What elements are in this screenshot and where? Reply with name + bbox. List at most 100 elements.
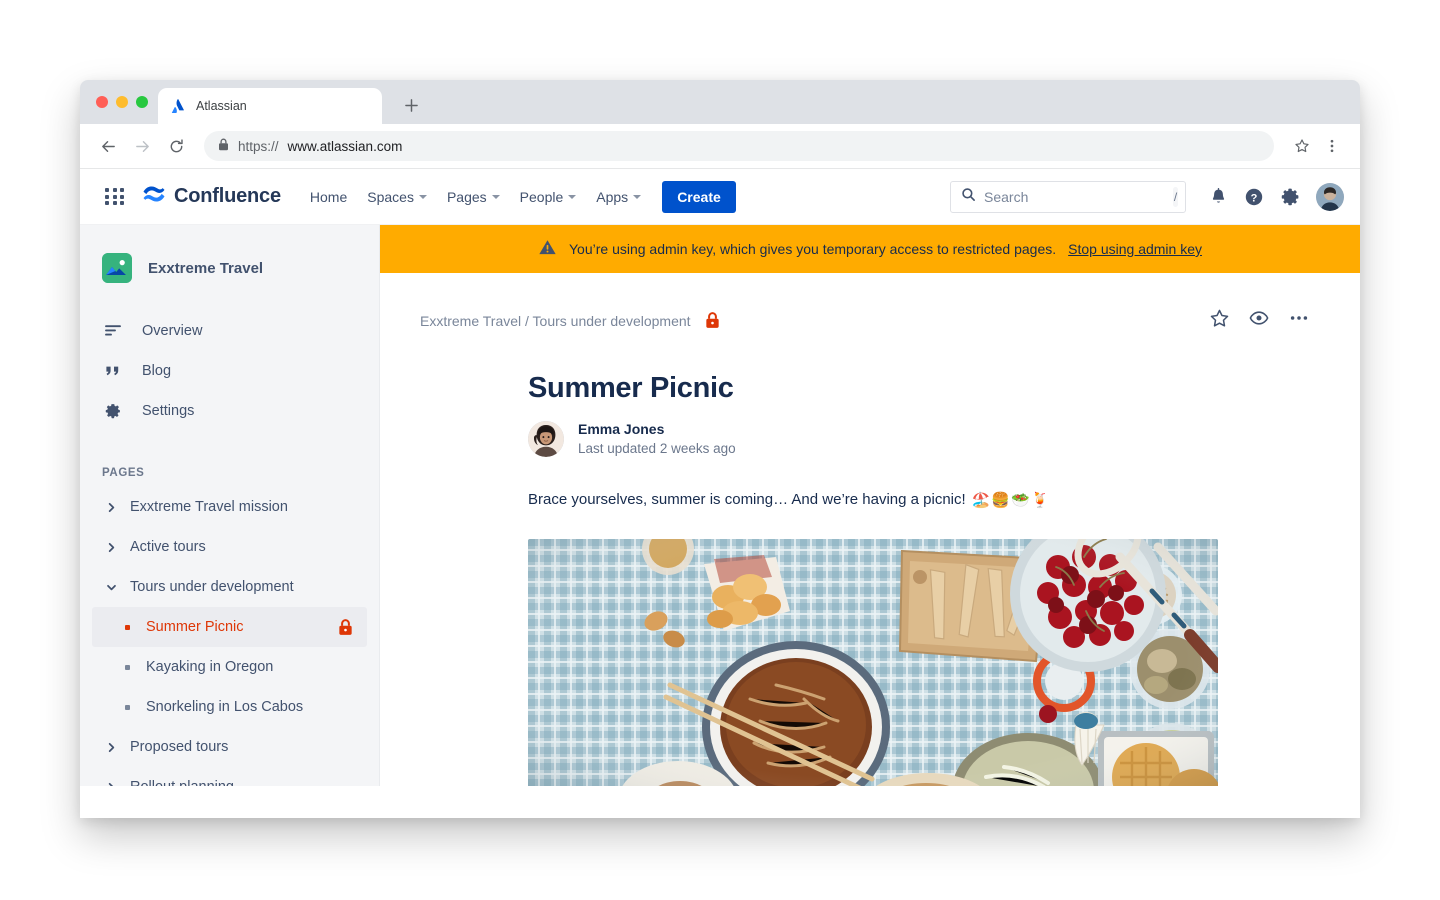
nav-item-label: Home [309, 188, 348, 205]
browser-tab[interactable]: Atlassian [158, 88, 382, 124]
confluence-top-nav: Confluence Home Spaces Pages People Apps [80, 169, 1360, 225]
search-icon [961, 187, 976, 207]
new-tab-button[interactable] [396, 90, 426, 120]
banner-message: You’re using admin key, which gives you … [569, 241, 1057, 257]
browser-toolbar: https:// www.atlassian.com [80, 124, 1360, 169]
svg-text:?: ? [1251, 192, 1258, 204]
space-header[interactable]: Exxtreme Travel [80, 243, 379, 283]
bookmark-star-icon[interactable] [1288, 132, 1316, 160]
maximize-window-button[interactable] [136, 96, 148, 108]
nav-item-home[interactable]: Home [301, 182, 356, 212]
space-sidebar: Exxtreme Travel Overview Blog Settings P… [80, 225, 380, 786]
tree-item-label: Rollout planning [130, 779, 234, 786]
more-actions-icon[interactable] [1288, 307, 1310, 334]
tree-item-summer-picnic[interactable]: Summer Picnic [92, 607, 367, 647]
nav-item-label: Apps [596, 188, 629, 205]
app-switcher-grid-icon[interactable] [102, 184, 128, 210]
page-author[interactable]: Emma Jones [578, 419, 736, 439]
chevron-right-icon[interactable] [102, 542, 120, 553]
forward-button[interactable] [128, 132, 156, 160]
user-avatar[interactable] [1316, 182, 1344, 211]
overview-lines-icon [102, 322, 124, 340]
url-scheme: https:// [238, 138, 279, 154]
tree-item-label: Exxtreme Travel mission [130, 499, 288, 515]
settings-gear-icon[interactable] [1274, 181, 1306, 213]
sidebar-item-settings[interactable]: Settings [80, 391, 379, 431]
settings-gear-icon [102, 402, 124, 420]
search-input[interactable] [984, 188, 1165, 205]
sidebar-item-overview[interactable]: Overview [80, 311, 379, 351]
space-nav-list: Overview Blog Settings [80, 311, 379, 431]
restricted-lock-icon[interactable] [705, 312, 720, 329]
sidebar-item-label: Settings [142, 403, 195, 419]
watch-eye-icon[interactable] [1248, 307, 1270, 334]
chevron-down-icon [491, 194, 500, 199]
bullet-icon [118, 624, 136, 630]
page-body: Summer Picnic Emma Jones Last updated 2 … [420, 372, 1310, 786]
favorite-star-icon[interactable] [1209, 308, 1230, 334]
chevron-down-icon [568, 194, 577, 199]
author-avatar[interactable] [528, 420, 564, 457]
tree-item-exxtreme-travel-mission[interactable]: Exxtreme Travel mission [80, 487, 379, 527]
minimize-window-button[interactable] [116, 96, 128, 108]
nav-item-label: People [519, 188, 564, 205]
close-window-button[interactable] [96, 96, 108, 108]
page-title: Summer Picnic [528, 372, 734, 404]
browser-tab-strip: Atlassian [80, 80, 1360, 124]
search-shortcut-badge: / [1173, 186, 1178, 207]
kebab-menu-icon[interactable] [1318, 132, 1346, 160]
tree-item-label: Tours under development [130, 579, 294, 595]
window-traffic-lights [92, 80, 158, 124]
app-body: Exxtreme Travel Overview Blog Settings P… [80, 225, 1360, 786]
restricted-lock-icon[interactable] [338, 618, 353, 636]
nav-item-label: Spaces [367, 188, 414, 205]
chevron-right-icon[interactable] [102, 782, 120, 786]
tree-item-proposed-tours[interactable]: Proposed tours [80, 727, 379, 767]
tree-item-label: Proposed tours [130, 739, 229, 755]
primary-nav: Home Spaces Pages People Apps Create [301, 180, 736, 213]
breadcrumb-row: Exxtreme Travel / Tours under developmen… [420, 307, 1310, 334]
chevron-down-icon [418, 194, 427, 199]
sidebar-item-label: Overview [142, 323, 203, 339]
nav-item-spaces[interactable]: Spaces [358, 182, 436, 212]
chevron-right-icon[interactable] [102, 742, 120, 753]
emoji-group: 🏖️🍔🥗🍹 [971, 491, 1051, 509]
toolbar-right-actions [1288, 132, 1346, 160]
page-tree: Exxtreme Travel mission Active tours Tou… [80, 487, 379, 786]
tree-item-tours-under-development[interactable]: Tours under development [80, 567, 379, 607]
tree-item-label: Snorkeling in Los Cabos [146, 699, 304, 715]
breadcrumb[interactable]: Exxtreme Travel / Tours under developmen… [420, 313, 691, 329]
help-question-icon[interactable]: ? [1238, 181, 1270, 213]
page-updated: Last updated 2 weeks ago [578, 441, 736, 457]
notifications-bell-icon[interactable] [1202, 181, 1234, 213]
sidebar-item-blog[interactable]: Blog [80, 351, 379, 391]
tree-item-label: Active tours [130, 539, 206, 555]
tree-item-snorkeling-in-los-cabos[interactable]: Snorkeling in Los Cabos [80, 687, 379, 727]
nav-item-apps[interactable]: Apps [587, 182, 650, 212]
warning-triangle-icon [538, 238, 557, 260]
stop-using-admin-key-link[interactable]: Stop using admin key [1068, 241, 1202, 257]
paragraph-text: Brace yourselves, summer is coming… And … [528, 491, 966, 509]
confluence-home-link[interactable]: Confluence [142, 182, 281, 211]
tree-item-kayaking-in-oregon[interactable]: Kayaking in Oregon [80, 647, 379, 687]
page-content: Exxtreme Travel / Tours under developmen… [380, 273, 1360, 786]
page-byline: Emma Jones Last updated 2 weeks ago [528, 419, 1310, 459]
tree-item-rollout-planning[interactable]: Rollout planning [80, 767, 379, 786]
back-button[interactable] [94, 132, 122, 160]
search-box[interactable]: / [950, 180, 1186, 213]
chevron-right-icon[interactable] [102, 502, 120, 513]
create-button[interactable]: Create [662, 180, 736, 213]
page-action-bar [1209, 307, 1310, 334]
space-name: Exxtreme Travel [148, 259, 264, 277]
nav-item-people[interactable]: People [511, 182, 586, 212]
browser-window: Atlassian https:// www.atlassian.com Con… [80, 80, 1360, 818]
reload-button[interactable] [162, 132, 190, 160]
byline-text: Emma Jones Last updated 2 weeks ago [578, 419, 736, 459]
page-paragraph: Brace yourselves, summer is coming… And … [528, 491, 1310, 509]
nav-item-pages[interactable]: Pages [438, 182, 509, 212]
url-host: www.atlassian.com [287, 138, 403, 154]
nav-right-cluster: / ? [950, 180, 1344, 213]
tree-item-active-tours[interactable]: Active tours [80, 527, 379, 567]
chevron-down-icon[interactable] [102, 582, 120, 593]
address-bar[interactable]: https:// www.atlassian.com [204, 131, 1274, 161]
